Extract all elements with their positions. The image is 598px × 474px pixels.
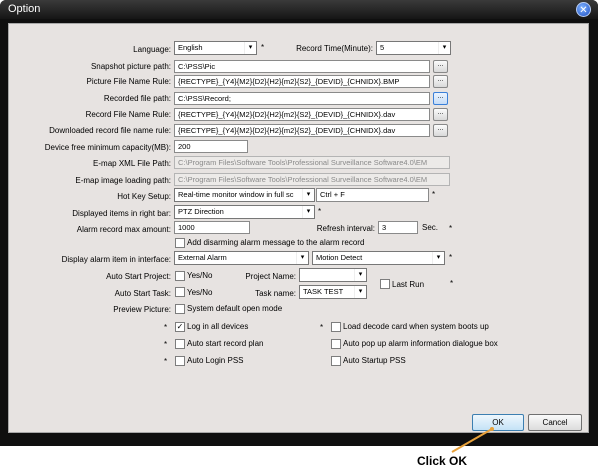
refresh-field[interactable]: 3 [378, 221, 418, 234]
chevron-down-icon: ▾ [244, 42, 256, 54]
log-all-checkbox[interactable]: ✓ [175, 322, 185, 332]
alarm-item-select-1[interactable]: External Alarm ▾ [174, 251, 309, 265]
decode-card-label: Load decode card when system boots up [343, 322, 489, 331]
picture-rule-field[interactable]: {RECTYPE}_{Y4}{M2}{D2}{H2}{m2}{S2}_{DEVI… [174, 75, 430, 88]
project-name-select[interactable]: ▾ [299, 268, 367, 282]
download-rule-field[interactable]: {RECTYPE}_{Y4}{M2}{D2}{H2}{m2}{S2}_{DEVI… [174, 124, 430, 137]
task-name-label: Task name: [255, 289, 296, 298]
add-disarming-label: Add disarming alarm message to the alarm… [187, 238, 365, 247]
chevron-down-icon: ▾ [354, 286, 366, 298]
language-select[interactable]: English ▾ [174, 41, 257, 55]
required-star: * [450, 279, 454, 288]
chevron-down-icon: ▾ [432, 252, 444, 264]
right-bar-select[interactable]: PTZ Direction ▾ [174, 205, 315, 219]
required-star: * [164, 357, 168, 366]
window-title: Option [8, 3, 41, 15]
record-path-label: Recorded file path: [103, 94, 171, 103]
download-rule-label: Downloaded record file name rule: [49, 126, 171, 135]
auto-login-label: Auto Login PSS [187, 356, 244, 365]
required-star: * [432, 190, 436, 199]
required-star: * [261, 43, 265, 52]
auto-project-checkbox[interactable] [175, 271, 185, 281]
alarm-max-field[interactable]: 1000 [174, 221, 250, 234]
required-star: * [449, 253, 453, 262]
title-bar[interactable]: Option ✕ [0, 0, 598, 19]
free-capacity-field[interactable]: 200 [174, 140, 248, 153]
required-star: * [320, 323, 324, 332]
click-ok-callout: Click OK [417, 454, 468, 468]
chevron-down-icon: ▾ [302, 206, 314, 218]
system-open-label: System default open mode [187, 304, 283, 313]
download-rule-browse-button[interactable]: ... [433, 124, 448, 137]
record-rule-label: Record File Name Rule: [85, 110, 171, 119]
auto-login-checkbox[interactable] [175, 356, 185, 366]
auto-popup-label: Auto pop up alarm information dialogue b… [343, 339, 498, 348]
project-name-label: Project Name: [245, 272, 296, 281]
auto-record-label: Auto start record plan [187, 339, 264, 348]
record-time-select[interactable]: 5 ▾ [376, 41, 451, 55]
record-path-browse-button[interactable]: ... [433, 92, 448, 105]
emap-image-label: E-map image loading path: [75, 176, 171, 185]
last-run-checkbox[interactable] [380, 279, 390, 289]
alarm-max-label: Alarm record max amount: [76, 225, 171, 234]
auto-task-label: Auto Start Task: [114, 289, 171, 298]
auto-task-yesno: Yes/No [187, 288, 213, 297]
auto-project-label: Auto Start Project: [106, 272, 171, 281]
add-disarming-checkbox[interactable] [175, 238, 185, 248]
required-star: * [164, 323, 168, 332]
right-bar-label: Displayed items in right bar: [72, 209, 171, 218]
snapshot-path-label: Snapshot picture path: [90, 62, 171, 71]
preview-label: Preview Picture: [113, 305, 171, 314]
record-rule-field[interactable]: {RECTYPE}_{Y4}{M2}{D2}{H2}{m2}{S2}_{DEVI… [174, 108, 430, 121]
record-rule-browse-button[interactable]: ... [433, 108, 448, 121]
required-star: * [164, 340, 168, 349]
auto-startup-checkbox[interactable] [331, 356, 341, 366]
snapshot-path-field[interactable]: C:\PSS\Pic [174, 60, 430, 73]
alarm-item-select-2[interactable]: Motion Detect ▾ [312, 251, 445, 265]
options-panel: Language: English ▾ * Record Time(Minute)… [8, 23, 589, 433]
picture-rule-browse-button[interactable]: ... [433, 75, 448, 88]
sec-label: Sec. [422, 223, 439, 232]
refresh-label: Refresh interval: [316, 224, 375, 233]
record-path-field[interactable]: C:\PSS\Record; [174, 92, 430, 105]
system-open-checkbox[interactable] [175, 304, 185, 314]
decode-card-checkbox[interactable] [331, 322, 341, 332]
auto-popup-checkbox[interactable] [331, 339, 341, 349]
last-run-label: Last Run [392, 280, 425, 289]
chevron-down-icon: ▾ [354, 269, 366, 281]
hotkey-target-select[interactable]: Real-time monitor window in full sc ▾ [174, 188, 315, 202]
log-all-label: Log in all devices [187, 322, 249, 331]
task-name-select[interactable]: TASK TEST ▾ [299, 285, 367, 299]
record-time-label: Record Time(Minute): [296, 44, 373, 53]
chevron-down-icon: ▾ [296, 252, 308, 264]
free-capacity-label: Device free minimum capacity(MB): [44, 143, 171, 152]
chevron-down-icon: ▾ [302, 189, 314, 201]
hotkey-label: Hot Key Setup: [117, 192, 171, 201]
emap-xml-field: C:\Program Files\Software Tools\Professi… [174, 156, 450, 169]
emap-image-field: C:\Program Files\Software Tools\Professi… [174, 173, 450, 186]
language-label: Language: [133, 45, 171, 54]
hotkey-keys-field[interactable]: Ctrl + F [316, 188, 429, 202]
auto-record-checkbox[interactable] [175, 339, 185, 349]
auto-task-checkbox[interactable] [175, 287, 185, 297]
chevron-down-icon: ▾ [438, 42, 450, 54]
required-star: * [318, 207, 322, 216]
cancel-button[interactable]: Cancel [528, 414, 582, 431]
close-icon[interactable]: ✕ [576, 2, 591, 17]
picture-rule-label: Picture File Name Rule: [86, 77, 171, 86]
alarm-item-label: Display alarm item in interface: [61, 255, 171, 264]
auto-project-yesno: Yes/No [187, 271, 213, 280]
emap-xml-label: E-map XML File Path: [93, 159, 171, 168]
required-star: * [449, 224, 453, 233]
ok-button[interactable]: OK [472, 414, 524, 431]
auto-startup-label: Auto Startup PSS [343, 356, 406, 365]
snapshot-browse-button[interactable]: ... [433, 60, 448, 73]
option-window: Option ✕ Language: English ▾ * Record Tim… [0, 0, 598, 446]
